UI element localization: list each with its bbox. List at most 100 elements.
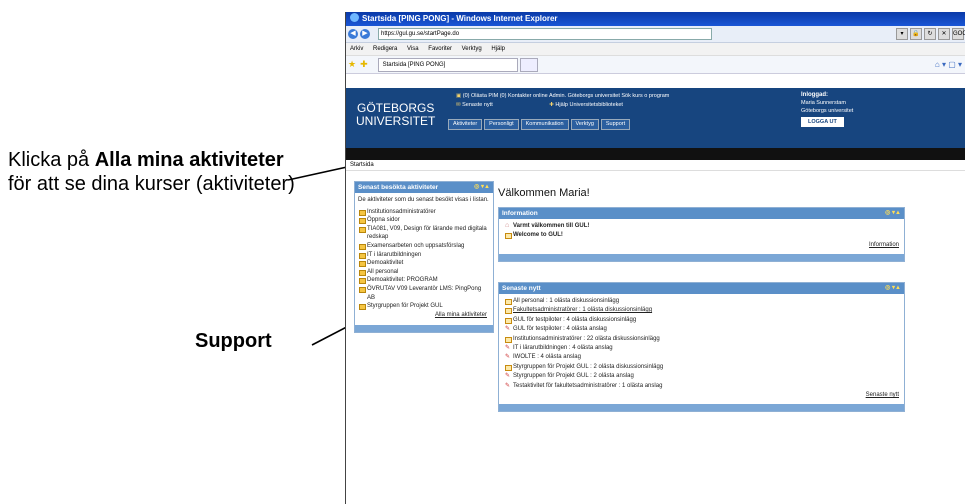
browser-tab[interactable]: Startsida [PING PONG] [377,57,518,72]
menu-redigera[interactable]: Redigera [373,46,397,52]
panel-intro: De aktiviteter som du senast besökt visa… [358,197,489,203]
menu-favoriter[interactable]: Favoriter [428,46,452,52]
welcome-heading: Välkommen Maria! [498,187,590,199]
panel-body: De aktiviteter som du senast besökt visa… [355,193,493,325]
activity-item[interactable]: Examensarbeten och uppsatsförslag [358,242,490,251]
news-item[interactable]: GUL för testpiloter : 4 olästa diskussio… [504,316,899,325]
annotation-bold: Alla mina aktiviteter [94,149,284,171]
annotation-text: Klicka på [8,149,95,171]
login-org: Göteborgs universitet [801,108,854,114]
add-favorites-icon[interactable]: ✚ [360,59,368,70]
activity-item[interactable]: TIA081, V09, Design för lärande med digi… [358,225,490,242]
activity-item[interactable]: All personal [358,268,490,277]
all-activities-link[interactable]: Alla mina aktiviteter [358,311,490,320]
news-item[interactable]: IT i lärarutbildningen : 4 olästa anslag [504,344,899,353]
black-bar [346,148,965,160]
login-info: Inloggad: Maria Sunnerstam Göteborgs uni… [801,91,853,127]
help-library-links[interactable]: Hjälp Universitetsbiblioteket [555,102,623,108]
main-nav: Aktiviteter Personligt Kommunikation Ver… [448,119,631,130]
news-item[interactable]: Styrgruppen för Projekt GUL : 2 olästa d… [504,363,899,372]
url-input[interactable]: https://gul.gu.se/startPage.do [378,28,712,40]
forward-icon[interactable]: ▶ [360,29,370,39]
main-content: Senast besökta aktiviteter ◎ ▾▲ De aktiv… [346,171,965,471]
panel-footer [499,254,904,262]
panel-title: Senast besökta aktiviteter [358,184,439,191]
gul-header: GÖTEBORGS UNIVERSITET ▣ (0) Olästa PIM (… [346,88,965,148]
news-item[interactable]: All personal : 1 olästa diskussionsinläg… [504,297,899,306]
ie-icon [350,13,359,22]
favorites-bar: ★ ✚ Startsida [PING PONG] ⌂ ▾ ▢ ▾ [346,56,965,74]
pim-icon: ▣ [456,93,462,99]
login-name: Maria Sunnerstam [801,100,846,106]
address-bar: ◀ ▶ https://gul.gu.se/startPage.do ▾ 🔒 ↻… [346,26,965,43]
information-panel: Information ◎ ▾▲ Varmt välkommen till GU… [498,207,905,263]
top-links-row1-text[interactable]: (0) Olästa PIM (0) Kontakter online Admi… [463,93,670,99]
browser-window: Startsida [PING PONG] - Windows Internet… [345,12,965,504]
logout-button[interactable]: LOGGA UT [801,117,844,127]
panel-footer [499,404,904,412]
activity-item[interactable]: IT i lärarutbildningen [358,251,490,260]
information-link[interactable]: Information [504,241,899,250]
news-icon: ✉ [456,102,461,108]
favorites-star-icon[interactable]: ★ [348,59,356,70]
annotation-support: Support [195,330,272,352]
dropdown-icon[interactable]: ▾ [896,28,908,40]
panel-controls-icon[interactable]: ◎ ▾▲ [885,285,901,292]
senaste-nytt-link[interactable]: Senaste nytt [462,102,493,108]
menu-arkiv[interactable]: Arkiv [350,46,363,52]
annotation-text: för att se dina kurser (aktiviteter) [8,173,295,195]
menu-visa[interactable]: Visa [407,46,419,52]
nav-verktyg[interactable]: Verktyg [570,119,599,130]
gu-logo[interactable]: GÖTEBORGS UNIVERSITET [356,102,435,128]
news-item[interactable]: Styrgruppen för Projekt GUL : 2 olästa a… [504,372,899,381]
panel-controls-icon[interactable]: ◎ ▾▲ [885,210,901,217]
menu-bar: Arkiv Redigera Visa Favoriter Verktyg Hj… [346,43,965,56]
panel-header: Information ◎ ▾▲ [499,208,904,219]
new-tab-button[interactable] [519,57,538,72]
activity-item[interactable]: Öppna sidor [358,216,490,225]
panel-footer [355,325,493,333]
info-item[interactable]: Welcome to GUL! [504,231,899,240]
news-link[interactable]: Senaste nytt [504,391,899,400]
menu-verktyg[interactable]: Verktyg [462,46,482,52]
news-panel: Senaste nytt ◎ ▾▲ All personal : 1 oläst… [498,282,905,413]
activity-item[interactable]: Demoaktivitet: PROGRAM [358,276,490,285]
news-item[interactable]: Fakultetsadministratörer : 1 olästa disk… [504,306,899,315]
breadcrumb[interactable]: Startsida [346,160,965,171]
home-icon[interactable]: ⌂ ▾ ▢ ▾ [935,60,965,69]
panel-controls-icon[interactable]: ◎ ▾▲ [474,184,490,191]
activity-item[interactable]: Demoaktivitet [358,259,490,268]
top-links-row1[interactable]: ▣ (0) Olästa PIM (0) Kontakter online Ad… [456,92,669,101]
refresh-icon[interactable]: ↻ [924,28,936,40]
help-icon: ✚ [549,102,554,108]
nav-kommunikation[interactable]: Kommunikation [520,119,569,130]
login-title: Inloggad: [801,92,828,98]
news-item[interactable]: IWOLTE : 4 olästa anslag [504,353,899,362]
browser-titlebar: Startsida [PING PONG] - Windows Internet… [346,12,965,26]
window-title: Startsida [PING PONG] - Windows Internet… [362,14,558,23]
panel-header: Senast besökta aktiviteter ◎ ▾▲ [355,182,493,193]
panel-body: All personal : 1 olästa diskussionsinläg… [499,294,904,404]
news-item[interactable]: Institutionsadministratörer : 22 olästa … [504,335,899,344]
activity-item[interactable]: ÖVRUTAV V09 Leverantör LMS: PingPong AB [358,285,490,302]
info-item-text: Welcome to GUL! [513,232,563,239]
stop-icon[interactable]: ✕ [938,28,950,40]
back-icon[interactable]: ◀ [348,29,358,39]
panel-body: Varmt välkommen till GUL! Welcome to GUL… [499,219,904,254]
annotation-alla-mina-aktiviteter: Klicka på Alla mina aktiviteter för att … [8,148,308,196]
info-item-text: Varmt välkommen till GUL! [513,223,590,229]
nav-support[interactable]: Support [600,119,631,130]
search-input[interactable]: GOOGLE [952,28,965,40]
lock-icon[interactable]: 🔒 [910,28,922,40]
top-links-row2[interactable]: ✉ Senaste nytt ✚ Hjälp Universitetsbibli… [456,101,669,110]
menu-hjalp[interactable]: Hjälp [491,46,505,52]
panel-title: Information [502,210,538,217]
news-item[interactable]: Testaktivitet för fakultetsadministratör… [504,382,899,391]
activity-item[interactable]: Styrgruppen för Projekt GUL [358,302,490,311]
nav-personligt[interactable]: Personligt [484,119,519,130]
info-item[interactable]: Varmt välkommen till GUL! [504,221,899,231]
recent-activities-panel: Senast besökta aktiviteter ◎ ▾▲ De aktiv… [354,181,494,334]
news-item[interactable]: GUL för testpiloter : 4 olästa anslag [504,325,899,334]
activity-item[interactable]: Institutionsadministratörer [358,208,490,217]
nav-aktiviteter[interactable]: Aktiviteter [448,119,483,130]
